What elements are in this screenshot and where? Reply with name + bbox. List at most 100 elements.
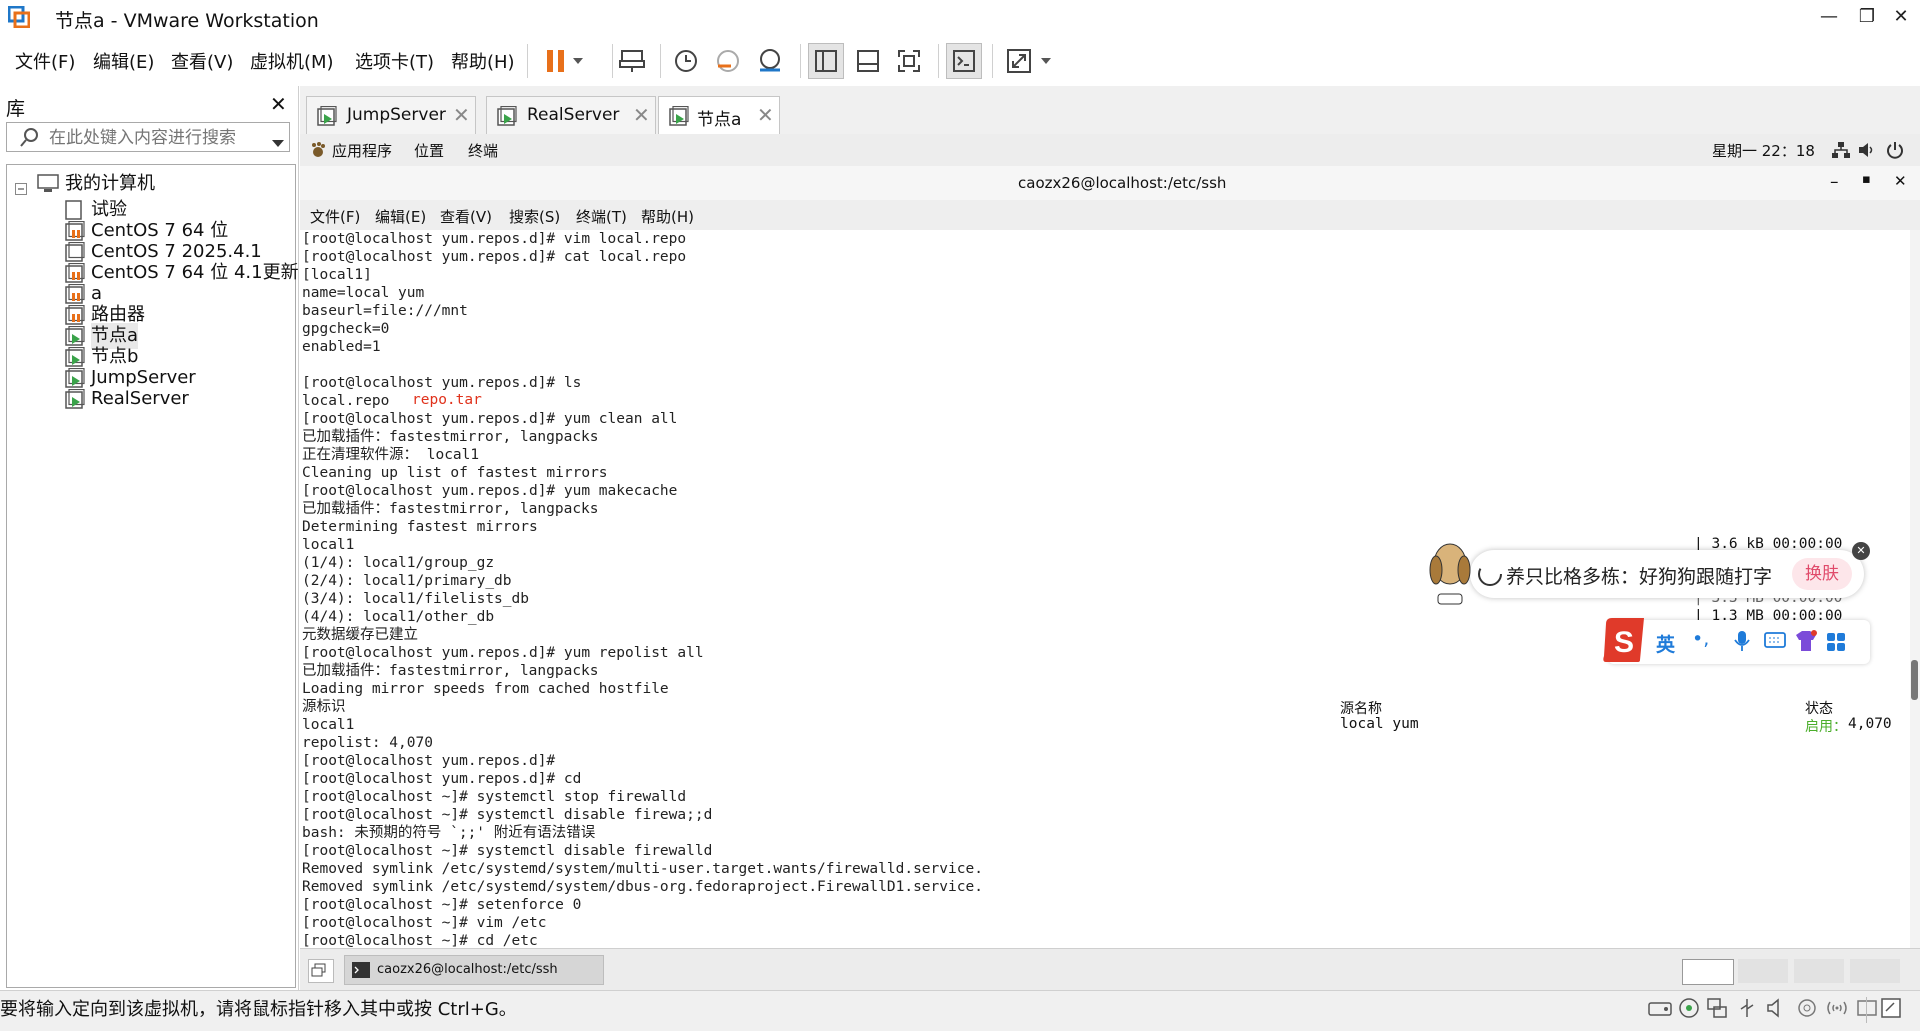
network-adapter-icon[interactable] [1706, 997, 1728, 1023]
terminal-menu[interactable]: 终端 [468, 140, 498, 161]
menu-vm[interactable]: 虚拟机(M) [250, 48, 334, 74]
repo-name-header: 源名称 [1340, 701, 1382, 717]
workspace-2[interactable] [1738, 959, 1788, 983]
thumbnail-bar-icon[interactable] [850, 43, 886, 79]
ime-skin-button[interactable]: 换肤 [1792, 558, 1852, 590]
tab-realserver[interactable]: RealServer ✕ [486, 96, 656, 134]
toolbar-separator [660, 44, 661, 78]
tree-item-vm[interactable]: RealServer [7, 386, 287, 412]
tree-item-my-computer[interactable]: 我的计算机 [7, 171, 287, 197]
terminal-scrollbar[interactable] [1910, 230, 1920, 948]
terminal-menu-terminal[interactable]: 终端(T) [576, 206, 627, 227]
dog-mascot-icon [1424, 536, 1476, 614]
library-close-button[interactable]: ✕ [270, 92, 287, 116]
terminal-close-button[interactable]: ✕ [1894, 172, 1907, 190]
show-library-icon[interactable] [808, 43, 844, 79]
terminal-line: [root@localhost yum.repos.d]# cat local.… [302, 249, 687, 265]
status-bar: 要将输入定向到该虚拟机，请将鼠标指针移入其中或按 Ctrl+G。 [0, 990, 1920, 1031]
toolbar-separator [800, 44, 801, 78]
snapshot-take-icon[interactable] [668, 43, 704, 79]
terminal-menu-file[interactable]: 文件(F) [310, 206, 360, 227]
tab-close-icon[interactable]: ✕ [757, 103, 774, 127]
message-log-icon[interactable] [1880, 997, 1902, 1023]
terminal-line: [local1] [302, 267, 372, 283]
tab-node-a[interactable]: 节点a ✕ [658, 96, 780, 136]
library-search-input[interactable] [47, 126, 261, 150]
terminal-line: [root@localhost yum.repos.d]# ls [302, 375, 582, 391]
power-icon[interactable] [1886, 141, 1904, 163]
fullscreen-icon[interactable] [891, 43, 927, 79]
terminal-menu-view[interactable]: 查看(V) [440, 206, 492, 227]
terminal-line: enabled=1 [302, 339, 381, 355]
menu-tabs[interactable]: 选项卡(T) [355, 48, 434, 74]
terminal-maximize-button[interactable]: ▪ [1862, 172, 1871, 187]
status-text: 要将输入定向到该虚拟机，请将鼠标指针移入其中或按 Ctrl+G。 [0, 999, 517, 1020]
snapshot-manager-icon[interactable] [752, 43, 788, 79]
show-desktop-icon[interactable] [308, 959, 334, 983]
workspace-3[interactable] [1794, 959, 1844, 983]
volume-icon[interactable] [1858, 142, 1876, 162]
terminal-line: [root@localhost yum.repos.d]# cd [302, 771, 582, 787]
places-menu[interactable]: 位置 [414, 140, 444, 161]
applications-menu[interactable]: 应用程序 [332, 140, 392, 161]
menu-view[interactable]: 查看(V) [171, 48, 233, 74]
chevron-down-icon[interactable] [271, 133, 285, 152]
taskbar-terminal-button[interactable]: caozx26@localhost:/etc/ssh [344, 955, 604, 985]
terminal-scrollbar-thumb[interactable] [1911, 660, 1918, 700]
tab-label: 节点a [697, 110, 742, 130]
clock[interactable]: 星期一 22：18 [1712, 140, 1815, 161]
terminal-menu-search[interactable]: 搜索(S) [509, 206, 560, 227]
vm-running-icon [497, 105, 517, 131]
menu-file[interactable]: 文件(F) [15, 48, 75, 74]
ime-lang-toggle[interactable]: 英 [1656, 630, 1675, 657]
menu-help[interactable]: 帮助(H) [451, 48, 515, 74]
vm-paused-icon [65, 304, 85, 325]
guest-top-panel: 应用程序 位置 终端 星期一 22：18 [300, 134, 1920, 166]
terminal-menu-help[interactable]: 帮助(H) [641, 206, 694, 227]
chevron-down-icon[interactable] [568, 43, 588, 79]
ime-notification[interactable]: 养只比格多栋：好狗狗跟随打字 换肤 ✕ [1429, 542, 1870, 605]
tree-label: RealServer [91, 388, 189, 409]
wireless-icon[interactable] [1826, 997, 1848, 1023]
skin-shirt-icon[interactable] [1794, 630, 1818, 656]
terminal-line: Loading mirror speeds from cached hostfi… [302, 681, 669, 697]
menu-edit[interactable]: 编辑(E) [93, 48, 154, 74]
window-title: 节点a - VMware Workstation [55, 10, 319, 32]
network-icon[interactable] [1832, 142, 1850, 162]
printer-icon[interactable] [1796, 997, 1818, 1023]
library-panel: 库 ✕ 我的计算机 试验 CentOS 7 64 位 [0, 86, 299, 990]
keyboard-icon[interactable] [1764, 632, 1786, 654]
library-search[interactable] [6, 122, 290, 152]
sogou-logo-icon[interactable]: S [1600, 616, 1648, 664]
send-ctrl-alt-del-icon[interactable] [614, 43, 650, 79]
chevron-down-icon[interactable] [1036, 43, 1056, 79]
hard-disk-icon[interactable] [1648, 999, 1672, 1023]
terminal-minimize-button[interactable]: – [1830, 172, 1839, 192]
console-view-icon[interactable] [946, 43, 982, 79]
workspace-1[interactable] [1682, 959, 1734, 985]
ime-punct-toggle[interactable]: •, [1692, 628, 1709, 650]
vm-running-icon [65, 325, 85, 346]
microphone-icon[interactable] [1734, 630, 1750, 656]
snapshot-revert-icon[interactable] [710, 43, 746, 79]
library-tree: 我的计算机 试验 CentOS 7 64 位 CentOS 7 2025.4.1… [6, 164, 299, 988]
usb-icon[interactable] [1736, 997, 1758, 1023]
workspace-4[interactable] [1850, 959, 1900, 983]
ime-notification-close-icon[interactable]: ✕ [1852, 542, 1870, 560]
cd-drive-icon[interactable] [1678, 997, 1700, 1023]
tab-jumpserver[interactable]: JumpServer ✕ [306, 96, 476, 134]
close-button[interactable]: ✕ [1878, 2, 1920, 32]
stretch-guest-icon[interactable] [1001, 43, 1037, 79]
toolbar-separator [612, 44, 613, 78]
sound-icon[interactable] [1766, 997, 1788, 1023]
ime-toolbar[interactable]: S 英 •, [1603, 618, 1870, 664]
toolbox-grid-icon[interactable] [1826, 632, 1846, 656]
terminal-line: repolist: 4,070 [302, 735, 433, 751]
display-icon[interactable] [1856, 997, 1878, 1023]
tree-label: 我的计算机 [65, 173, 155, 194]
terminal-line: (1/4): local1/group_gz [302, 555, 495, 571]
tab-close-icon[interactable]: ✕ [453, 103, 470, 127]
terminal-menubar: 文件(F) 编辑(E) 查看(V) 搜索(S) 终端(T) 帮助(H) [300, 200, 1920, 230]
tab-close-icon[interactable]: ✕ [633, 103, 650, 127]
terminal-menu-edit[interactable]: 编辑(E) [375, 206, 426, 227]
